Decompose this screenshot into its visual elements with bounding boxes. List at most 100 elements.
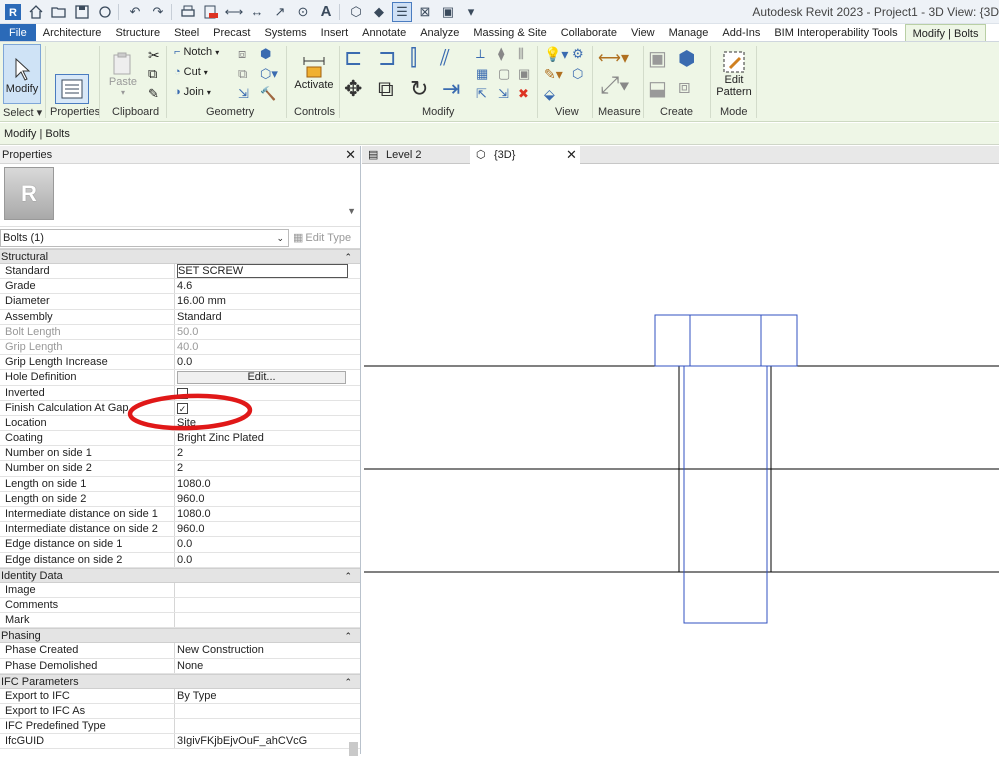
paste-button[interactable]: Paste ▾ <box>106 46 140 102</box>
property-value[interactable]: None <box>175 659 348 673</box>
sync-icon[interactable] <box>95 2 115 22</box>
copy-icon[interactable]: ⧉ <box>148 66 157 82</box>
close-icon[interactable]: ✕ <box>345 146 356 164</box>
tab-level-2[interactable]: ▤ Level 2 <box>362 146 470 164</box>
type-selector[interactable]: R ▼ <box>0 164 360 227</box>
save-icon[interactable] <box>72 2 92 22</box>
print-icon[interactable] <box>178 2 198 22</box>
property-value[interactable]: 2 <box>175 446 348 460</box>
activate-button[interactable]: Activate <box>292 46 336 98</box>
undo-icon[interactable]: ↶ <box>125 2 145 22</box>
tab-3d[interactable]: ⬡ {3D} <box>470 146 580 164</box>
collapse-icon[interactable]: ⌃ <box>344 250 352 265</box>
tab-manage[interactable]: Manage <box>662 24 716 41</box>
property-value[interactable] <box>175 598 348 612</box>
tab-steel[interactable]: Steel <box>167 24 206 41</box>
tab-collaborate[interactable]: Collaborate <box>554 24 624 41</box>
create-parts-icon[interactable]: ⬢ <box>678 46 695 71</box>
tab-bim-interoperability-tools[interactable]: BIM Interoperability Tools <box>767 24 904 41</box>
thin-lines-icon[interactable]: ☰ <box>392 1 412 22</box>
tab-systems[interactable]: Systems <box>257 24 313 41</box>
delete-icon[interactable]: ✖ <box>518 86 529 102</box>
property-value[interactable] <box>175 613 348 627</box>
dimension-icon[interactable]: ⤢▾ <box>600 72 629 100</box>
property-value[interactable]: New Construction <box>175 643 348 657</box>
tab-file[interactable]: File <box>0 24 36 41</box>
edit-hole-button[interactable]: Edit... <box>177 371 346 385</box>
tag-icon[interactable]: ⊙ <box>293 2 313 22</box>
collapse-icon[interactable]: ⌃ <box>344 569 352 584</box>
hide-in-view-icon[interactable]: 💡▾ <box>544 46 568 63</box>
notch-button[interactable]: ⌐ Notch ▾ <box>174 46 219 58</box>
customize-toolbar-icon[interactable]: ▾ <box>461 2 481 22</box>
override-graphics-icon[interactable]: ✎▾ <box>544 66 563 83</box>
collapse-icon[interactable]: ⌃ <box>344 629 352 644</box>
demolish-icon[interactable]: 🔨 <box>260 86 276 102</box>
property-value[interactable]: 0.0 <box>175 537 348 551</box>
tab-massing-site[interactable]: Massing & Site <box>466 24 553 41</box>
chevron-down-icon[interactable]: ▼ <box>347 206 356 216</box>
property-value-input[interactable]: SET SCREW <box>177 264 348 278</box>
aligned-dimension-icon[interactable]: ↔ <box>247 2 267 22</box>
spot-elevation-icon[interactable]: ↗ <box>270 2 290 22</box>
property-group-header[interactable]: Structural ⌃ <box>0 249 360 264</box>
redo-icon[interactable]: ↷ <box>148 2 168 22</box>
cope-icon[interactable]: ⇲ <box>238 86 249 102</box>
property-group-header[interactable]: Identity Data ⌃ <box>0 567 360 584</box>
collapse-icon[interactable]: ⌃ <box>344 675 352 690</box>
paint-icon[interactable]: ⬡▾ <box>260 66 278 82</box>
property-value[interactable]: 0.0 <box>175 355 348 369</box>
align-icon[interactable]: ⊏ <box>344 45 362 71</box>
home-icon[interactable] <box>26 2 46 22</box>
property-value[interactable]: SET SCREW <box>175 264 348 278</box>
join-button[interactable]: ◑ Join ▾ <box>174 86 211 98</box>
rotate-icon[interactable]: ↻ <box>410 76 428 102</box>
create-similar-icon[interactable]: ⬓ <box>648 76 667 101</box>
property-value[interactable] <box>175 704 348 718</box>
property-value[interactable] <box>175 583 348 597</box>
edit-type-button[interactable]: ▦ Edit Type <box>293 229 355 247</box>
split-icon[interactable]: ⟂ <box>476 46 485 62</box>
cut-clipboard-icon[interactable]: ✂ <box>148 47 160 64</box>
mirror-axis-icon[interactable]: ⫿ <box>410 45 417 71</box>
create-assembly-icon[interactable]: ▣ <box>648 46 667 71</box>
property-group-header[interactable]: Phasing ⌃ <box>0 628 360 644</box>
array-icon[interactable]: ▦ <box>476 66 488 82</box>
match-type-icon[interactable]: ✎ <box>148 86 159 102</box>
close-icon[interactable]: ✕ <box>566 146 577 164</box>
create-group-icon[interactable]: ▣ <box>518 66 530 82</box>
pdf-export-icon[interactable] <box>201 2 221 22</box>
property-value[interactable]: Edit... <box>175 370 348 385</box>
edit-pattern-button[interactable]: Edit Pattern <box>714 44 754 104</box>
view-filter-icon[interactable]: ⚙ <box>572 46 584 62</box>
property-value[interactable]: By Type <box>175 689 348 703</box>
tab-analyze[interactable]: Analyze <box>413 24 466 41</box>
property-value[interactable]: 16.00 mm <box>175 294 348 308</box>
tab-annotate[interactable]: Annotate <box>355 24 413 41</box>
properties-button[interactable] <box>55 74 89 104</box>
close-hidden-icon[interactable]: ⊠ <box>415 2 435 22</box>
section-icon[interactable]: ◆ <box>369 2 389 22</box>
view-paint-icon[interactable]: ⬡ <box>572 66 583 82</box>
tab-precast[interactable]: Precast <box>206 24 257 41</box>
revit-app-icon[interactable]: R <box>3 2 23 22</box>
tab-modify-bolts[interactable]: Modify | Bolts <box>904 24 987 41</box>
mirror-draw-icon[interactable]: ⫽ <box>440 45 450 71</box>
scale-icon[interactable]: ⇱ <box>476 86 487 102</box>
split-gap-icon[interactable]: ⫼ <box>518 46 524 62</box>
drawing-canvas[interactable] <box>362 164 999 754</box>
property-value[interactable]: Bright Zinc Plated <box>175 431 348 445</box>
property-value[interactable]: 960.0 <box>175 492 348 506</box>
property-value[interactable]: 1080.0 <box>175 507 348 521</box>
move-icon[interactable]: ✥ <box>344 76 362 102</box>
trim-icon[interactable]: ⇲ <box>498 86 509 102</box>
cut-button[interactable]: ◔ Cut ▾ <box>174 66 208 78</box>
property-value[interactable]: 960.0 <box>175 522 348 536</box>
wall-joins-icon[interactable]: ⧈ <box>238 46 246 62</box>
open-icon[interactable] <box>49 2 69 22</box>
unpin-icon[interactable]: ▢ <box>498 66 510 82</box>
property-value[interactable]: 2 <box>175 461 348 475</box>
copy-element-icon[interactable]: ⧉ <box>378 76 394 102</box>
tab-add-ins[interactable]: Add-Ins <box>715 24 767 41</box>
property-value[interactable]: 3IgivFKjbEjvOuF_ahCVcG <box>175 734 348 748</box>
